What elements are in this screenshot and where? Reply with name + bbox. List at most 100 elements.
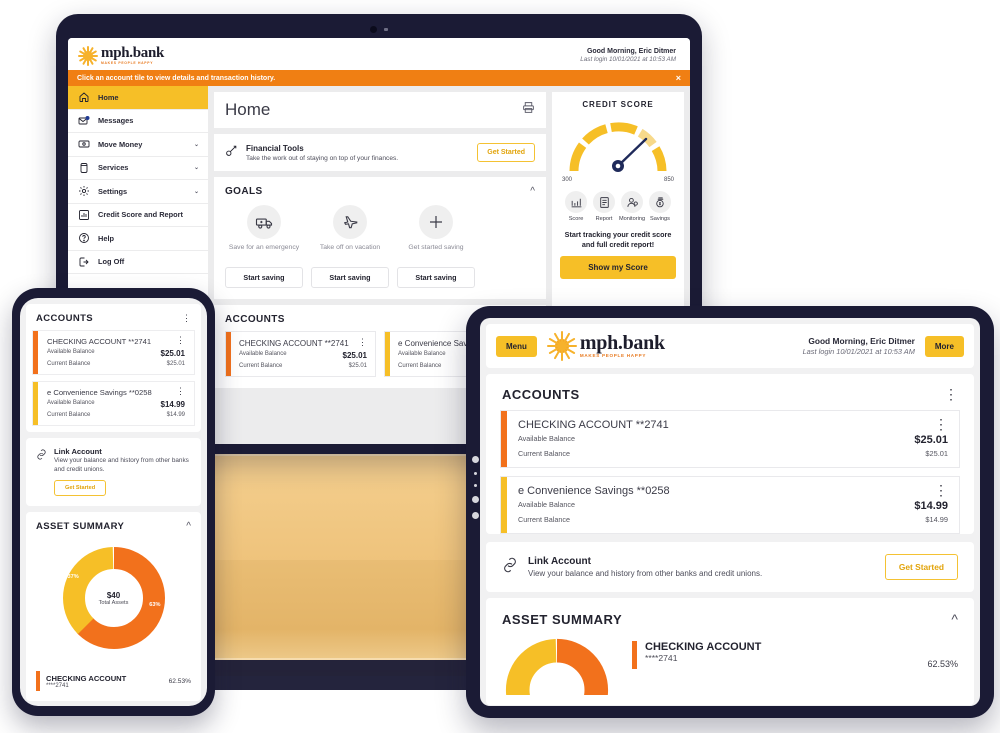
legend-account-name: CHECKING ACCOUNT [645,641,762,653]
credit-score-gauge [562,115,674,177]
tablet-header: Menu mph.bank MAKES PEOPLE HAPPY Good Mo… [486,324,974,368]
sidebar-item-services[interactable]: Services ⌄ [68,157,208,180]
asset-summary-donut-chart [502,635,612,695]
account-menu-icon[interactable]: ⋮ [934,483,948,496]
goal-label: Get started saving [408,244,464,251]
more-button[interactable]: More [924,335,964,357]
camera-led-icon [384,28,388,31]
sidebar-item-label: Log Off [98,257,125,267]
tablet-asset-summary-card: ASSET SUMMARY ^ CHECKING ACCOUNT ****274… [486,598,974,705]
chevron-up-icon[interactable]: ^ [186,521,191,532]
tablet-button-dot [472,512,479,519]
help-icon [77,232,90,245]
current-balance-value: $25.01 [166,361,185,367]
close-icon[interactable]: × [676,73,681,83]
composite-device-mockup: mph.bank MAKES PEOPLE HAPPY Good Morning… [0,0,1000,733]
chevron-up-icon[interactable]: ^ [951,611,958,627]
goal-item-vacation[interactable]: Take off on vacation Start saving [311,205,389,288]
link-account-title: Link Account [54,447,102,456]
ambulance-icon [247,205,281,239]
available-balance-value: $14.99 [160,400,185,409]
sidebar-item-move-money[interactable]: Move Money ⌄ [68,133,208,157]
sidebar-item-home[interactable]: Home [68,86,208,110]
services-icon [77,161,90,174]
account-menu-icon[interactable]: ⋮ [358,338,367,347]
account-tile-savings[interactable]: e Convenience Savings **0258 ⋮ Available… [500,476,960,534]
mobile-accounts-card: ACCOUNTS ⋮ CHECKING ACCOUNT **2741 ⋮ Ava… [26,304,201,432]
financial-tools-title: Financial Tools [246,143,304,153]
accounts-menu-icon[interactable]: ⋮ [944,388,958,401]
financial-tools-icon [225,144,238,162]
legend-account-number: ****2741 [46,682,69,689]
last-login-text: Last login 10/01/2021 at 10:53 AM [580,56,676,64]
donut-slice-b-percent: 37% [67,574,79,581]
account-tile-checking[interactable]: CHECKING ACCOUNT **2741 ⋮ Available Bala… [500,410,960,468]
sidebar-item-label: Help [98,233,115,243]
desktop-header: mph.bank MAKES PEOPLE HAPPY Good Morning… [68,38,690,70]
goals-title: GOALS [225,186,263,197]
credit-feature-score[interactable]: Score [562,191,590,222]
chevron-up-icon[interactable]: ^ [530,186,535,197]
monitor-camera [370,26,388,33]
goals-card: GOALS ^ Save for an emergency Start savi… [214,177,546,299]
available-balance-label: Available Balance [47,400,95,406]
brand-logo[interactable]: mph.bank MAKES PEOPLE HAPPY [546,331,665,361]
mobile-asset-summary-card: ASSET SUMMARY ^ $40 Total Assets 63% 37% [26,512,201,702]
goal-label: Save for an emergency [228,244,300,251]
sidebar-item-settings[interactable]: Settings ⌄ [68,180,208,204]
credit-feature-monitoring[interactable]: Monitoring [618,191,646,222]
account-tile-checking[interactable]: CHECKING ACCOUNT **2741 ⋮ Available Bala… [225,331,376,377]
current-balance-label: Current Balance [47,361,91,367]
account-menu-icon[interactable]: ⋮ [934,417,948,430]
account-menu-icon[interactable]: ⋮ [176,336,185,345]
link-icon [36,447,47,465]
goal-label: Take off on vacation [319,244,381,251]
sidebar-item-help[interactable]: Help [68,227,208,251]
account-color-stripe [36,671,40,692]
user-greeting-block: Good Morning, Eric Ditmer Last login 10/… [580,48,676,65]
goal-start-saving-button[interactable]: Start saving [311,267,389,288]
donut-total-label: Total Assets [98,599,129,606]
account-menu-icon[interactable]: ⋮ [176,387,185,396]
brand-logo[interactable]: mph.bank MAKES PEOPLE HAPPY [78,46,164,66]
menu-button[interactable]: Menu [496,335,537,357]
gear-icon [77,185,90,198]
info-banner-text: Click an account tile to view details an… [77,74,276,82]
credit-feature-report[interactable]: Report [590,191,618,222]
account-tile-checking[interactable]: CHECKING ACCOUNT **2741 ⋮ Available Bala… [32,330,195,375]
current-balance-label: Current Balance [518,515,570,524]
plus-icon [419,205,453,239]
goal-start-saving-button[interactable]: Start saving [225,267,303,288]
available-balance-label: Available Balance [47,349,95,355]
sidebar-item-label: Services [98,163,129,173]
current-balance-value: $14.99 [166,412,185,418]
financial-tools-get-started-button[interactable]: Get Started [477,143,535,162]
print-icon[interactable] [522,101,535,119]
airplane-icon [333,205,367,239]
account-name: CHECKING ACCOUNT **2741 [239,339,349,348]
accounts-menu-icon[interactable]: ⋮ [182,314,191,323]
link-account-get-started-button[interactable]: Get Started [54,480,107,497]
sidebar-item-log-off[interactable]: Log Off [68,251,208,274]
current-balance-label: Current Balance [398,363,442,369]
goal-start-saving-button[interactable]: Start saving [397,267,475,288]
asset-summary-legend-row: CHECKING ACCOUNT ****2741 62.53% [26,662,201,701]
sidebar-item-messages[interactable]: Messages [68,110,208,133]
link-account-get-started-button[interactable]: Get Started [884,554,958,580]
goal-item-emergency[interactable]: Save for an emergency Start saving [225,205,303,288]
show-my-score-button[interactable]: Show my Score [560,256,676,280]
tablet-accounts-card: ACCOUNTS ⋮ CHECKING ACCOUNT **2741 ⋮ Ava… [486,374,974,534]
sidebar-item-credit-score-and-report[interactable]: Credit Score and Report [68,204,208,227]
credit-feature-savings[interactable]: Savings [646,191,674,222]
goal-item-get-started[interactable]: Get started saving Start saving [397,205,475,288]
asset-summary-donut-chart: $40 Total Assets 63% 37% [58,542,170,654]
accounts-title: ACCOUNTS [502,387,580,402]
account-tile-savings[interactable]: e Convenience Savings **0258 ⋮ Available… [32,381,195,426]
mobile-link-account-card: Link Account View your balance and histo… [26,438,201,507]
credit-score-max: 850 [663,177,674,183]
link-account-title: Link Account [528,556,591,567]
account-name: e Convenience Savings **0258 [518,485,670,497]
financial-tools-card: Financial Tools Take the work out of sta… [214,134,546,171]
current-balance-value: $14.99 [925,515,948,524]
sidebar-item-label: Move Money [98,139,143,149]
